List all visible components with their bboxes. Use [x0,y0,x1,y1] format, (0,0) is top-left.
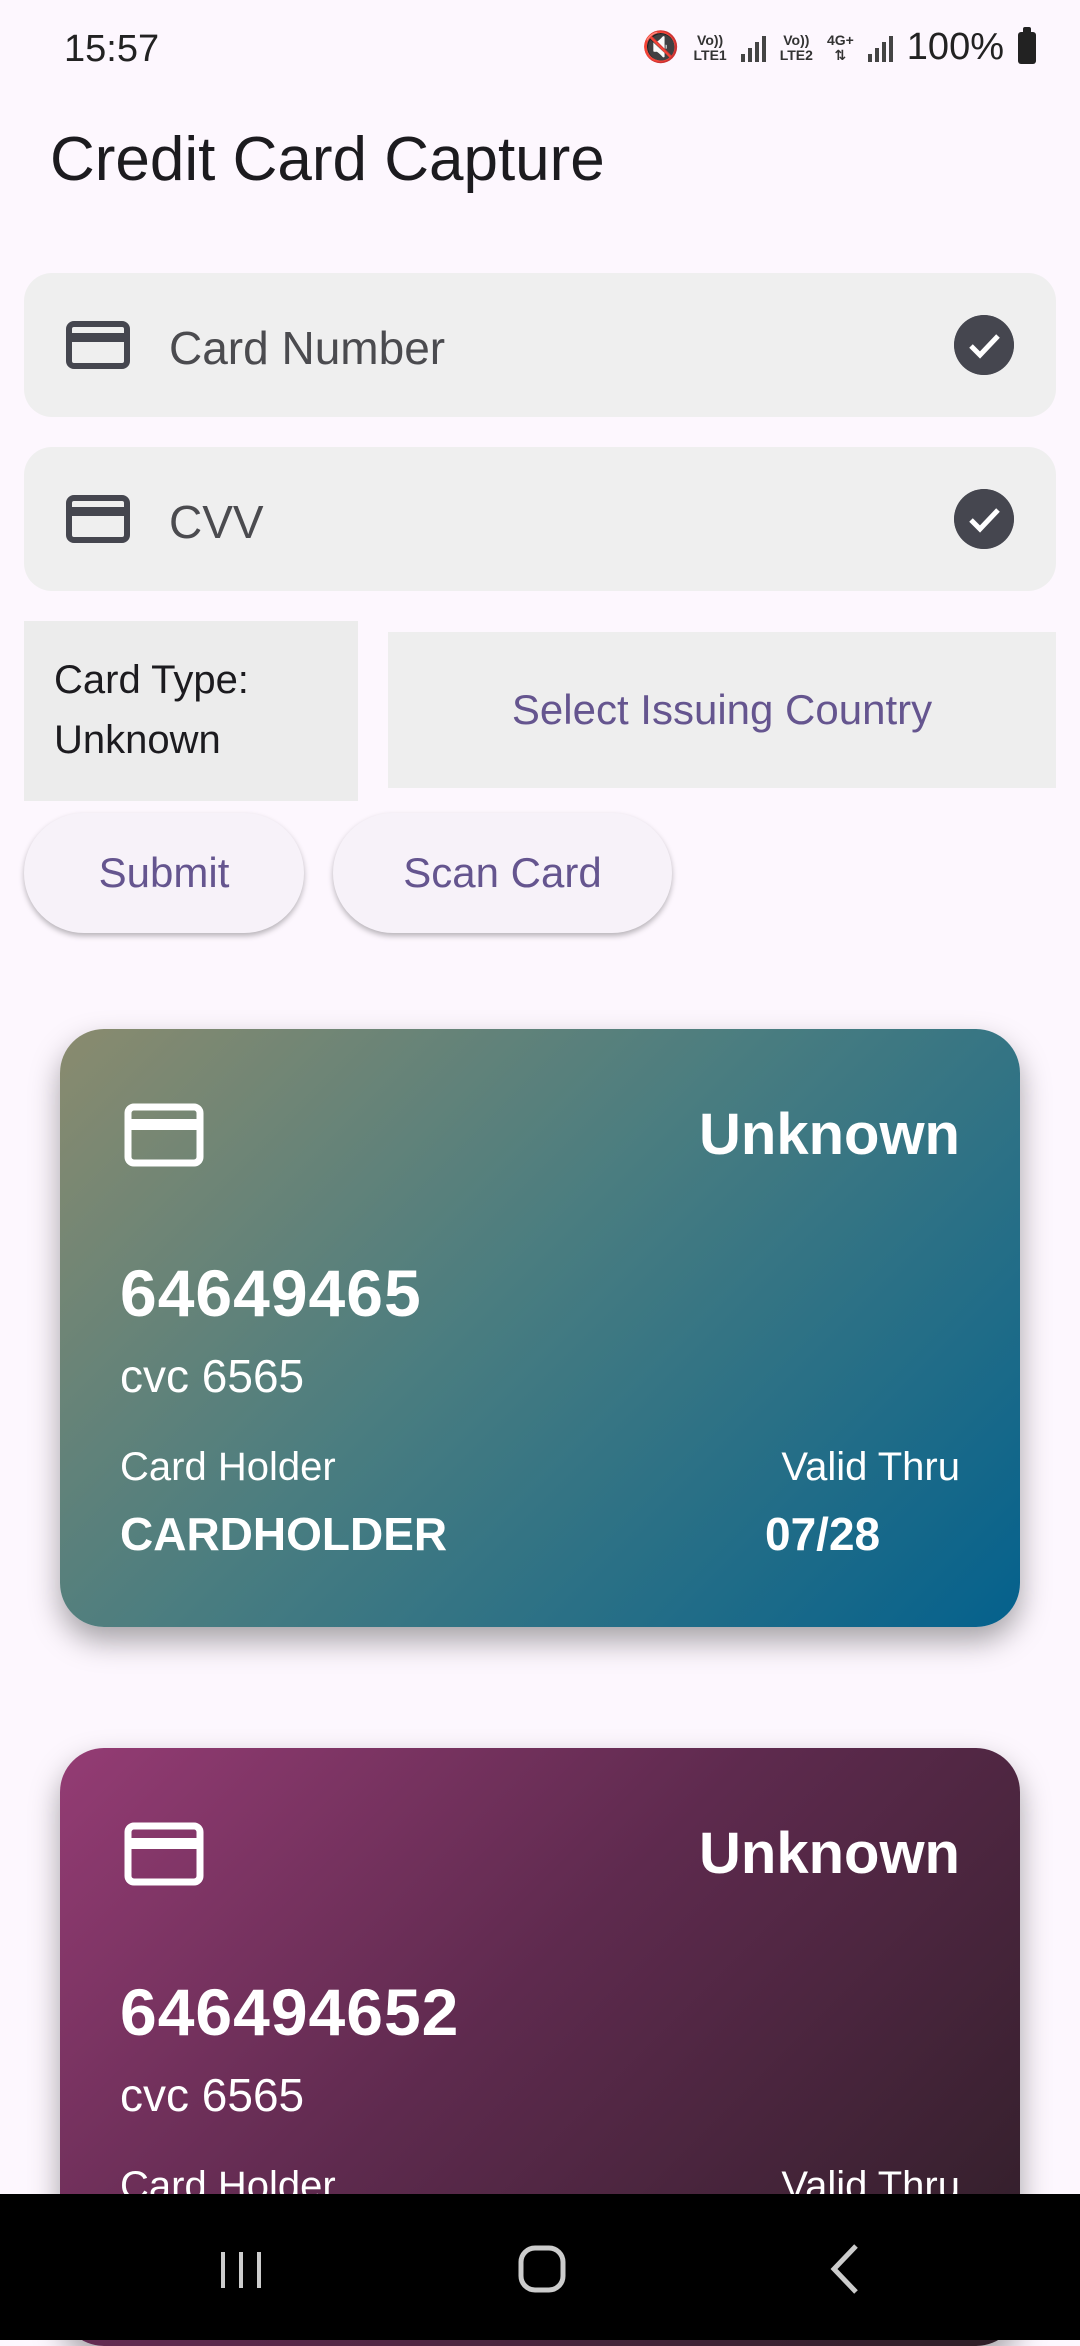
mute-icon: 🔇 [642,31,680,64]
card-holder-name: CARDHOLDER [120,1508,448,1560]
navigation-bar [0,2194,1080,2340]
check-circle-icon [954,315,1014,375]
recent-apps-icon[interactable] [201,2234,281,2304]
card-type-display: Card Type: Unknown [24,621,358,801]
battery-percent: 100% [906,26,1004,68]
valid-thru-label: Valid Thru [781,1445,960,1489]
page-title: Credit Card Capture [50,125,605,194]
card-type-label: Card Type: [54,658,249,702]
card-number-label: Card Number [169,322,446,374]
credit-card-icon [66,321,130,369]
credit-card-icon [124,1822,204,1886]
valid-thru-value: 07/28 [765,1508,881,1560]
home-icon[interactable] [502,2234,582,2304]
status-icons: 🔇 Vo)) LTE1 Vo)) LTE2 4G+ ⇅ 100% [642,26,1036,69]
signal-icon [867,34,893,62]
card-type-value: Unknown [54,718,221,762]
status-bar: 15:57 🔇 Vo)) LTE1 Vo)) LTE2 4G+ ⇅ 100% [0,0,1080,100]
scan-card-button[interactable]: Scan Card [333,813,672,933]
battery-icon [1018,26,1036,64]
cvv-field[interactable]: CVV [24,447,1056,591]
card-brand: Unknown [699,1821,960,1886]
submit-button[interactable]: Submit [24,813,304,933]
network-type-indicator: 4G+ ⇅ [826,31,854,63]
credit-card-preview: Unknown 64649465 cvc 6565 Card Holder CA… [60,1029,1020,1627]
card-number: 646494652 [120,1975,460,2049]
select-issuing-country-button[interactable]: Select Issuing Country [388,632,1056,788]
card-number: 64649465 [120,1256,422,1330]
back-icon[interactable] [806,2234,886,2304]
sim2-indicator: Vo)) LTE2 [779,31,813,63]
status-time: 15:57 [64,28,160,70]
check-circle-icon [954,489,1014,549]
card-brand: Unknown [699,1102,960,1167]
credit-card-icon [66,495,130,543]
sim1-indicator: Vo)) LTE1 [693,31,727,63]
signal-icon [740,34,766,62]
card-cvc: cvc 6565 [120,2069,305,2121]
card-holder-label: Card Holder [120,1445,336,1489]
cvv-label: CVV [169,496,264,548]
card-cvc: cvc 6565 [120,1350,305,1402]
card-number-field[interactable]: Card Number [24,273,1056,417]
credit-card-icon [124,1103,204,1167]
